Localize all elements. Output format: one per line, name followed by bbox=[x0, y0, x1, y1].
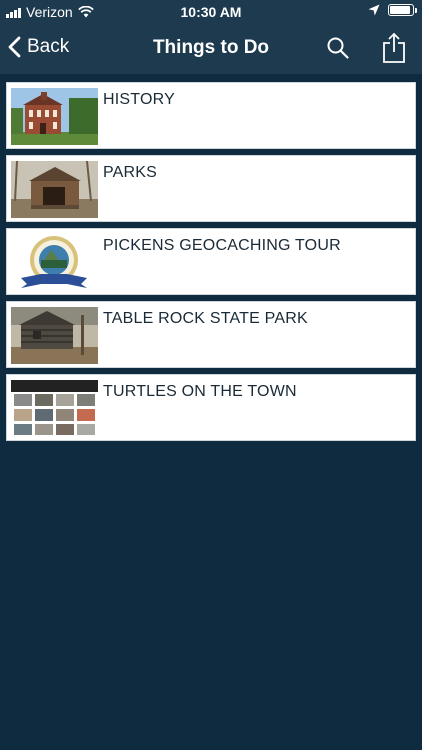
geocaching-seal-thumbnail bbox=[11, 234, 98, 291]
list-item-label: PICKENS GEOCACHING TOUR bbox=[103, 237, 341, 254]
navigation-bar: Back Things to Do bbox=[0, 24, 422, 74]
list-item-label: HISTORY bbox=[103, 91, 175, 108]
share-icon bbox=[383, 32, 405, 63]
status-time: 10:30 AM bbox=[180, 4, 242, 20]
page-title: Things to Do bbox=[152, 37, 270, 58]
list-item-label: TURTLES ON THE TOWN bbox=[103, 383, 297, 400]
turtles-collage-thumbnail bbox=[11, 380, 98, 437]
battery-icon bbox=[388, 4, 417, 16]
covered-bridge-thumbnail bbox=[11, 161, 98, 218]
search-icon bbox=[327, 37, 349, 59]
list-item-turtles[interactable]: TURTLES ON THE TOWN bbox=[6, 374, 416, 441]
location-arrow-icon bbox=[368, 4, 380, 16]
status-bar: Verizon 10:30 AM bbox=[0, 0, 422, 24]
list-item-history[interactable]: HISTORY bbox=[6, 82, 416, 149]
status-right bbox=[368, 4, 417, 16]
battery-fill bbox=[390, 6, 410, 14]
list-item-label: TABLE ROCK STATE PARK bbox=[103, 310, 308, 327]
search-button[interactable] bbox=[326, 36, 350, 65]
list-item-parks[interactable]: PARKS bbox=[6, 155, 416, 222]
things-to-do-list: HISTORY PARKS PICKENS GEOCACHING TOUR TA… bbox=[6, 82, 416, 447]
log-cabin-thumbnail bbox=[11, 307, 98, 364]
list-item-table-rock[interactable]: TABLE ROCK STATE PARK bbox=[6, 301, 416, 368]
historic-building-thumbnail bbox=[11, 88, 98, 145]
list-item-label: PARKS bbox=[103, 164, 158, 181]
share-button[interactable] bbox=[382, 32, 406, 69]
list-item-geocaching-tour[interactable]: PICKENS GEOCACHING TOUR bbox=[6, 228, 416, 295]
